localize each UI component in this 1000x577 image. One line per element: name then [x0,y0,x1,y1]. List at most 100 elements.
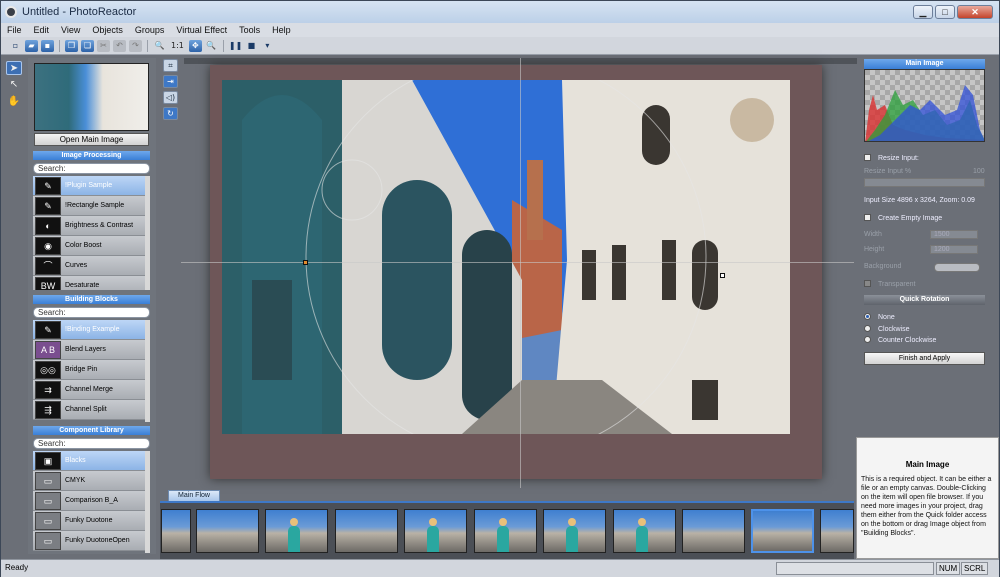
save-icon[interactable]: ▪ [41,39,54,52]
thumbnail[interactable] [335,509,398,553]
thumbnail[interactable] [682,509,745,553]
list-item[interactable]: ▣ Blacks [33,451,150,471]
menu-edit[interactable]: Edit [28,25,56,35]
num-indicator: NUM [936,562,961,575]
zoom-in-icon[interactable]: 🔍 [153,40,166,52]
thumbnail[interactable] [161,509,191,553]
thumbnail[interactable] [404,509,467,553]
list-item[interactable]: ◐ Brightness & Contrast [33,216,150,236]
list-item[interactable]: ▭ Funky Duotone [33,511,150,531]
image-processing-list: ✎ !Plugin Sample ✎ !Rectangle Sample ◐ Brig… [33,176,150,290]
minimize-button[interactable]: ▁ [913,5,933,19]
image-processing-search[interactable]: Search: [33,163,150,174]
zoom-1-1-button[interactable]: 1:1 [169,40,186,52]
rotation-ccw-radio[interactable]: Counter Clockwise [864,336,936,344]
close-button[interactable]: ✕ [957,5,993,19]
hand-tool-icon[interactable]: ✋ [6,95,22,109]
canvas-area[interactable]: ⌗ ⇥ ◁) ↻ [160,58,857,488]
rotate-handle[interactable] [720,273,725,278]
blend-icon: A B [35,340,61,359]
component-icon: ▭ [35,511,61,530]
canvas-image-frame[interactable] [210,65,822,479]
list-item[interactable]: ▭ Funky DuotoneOpen [33,531,150,551]
thumbnail-selected[interactable] [751,509,814,553]
menu-tools[interactable]: Tools [233,25,266,35]
list-item[interactable]: ✎ !Binding Example [33,320,150,340]
sound-tool-icon[interactable]: ◁) [163,91,178,104]
redo-icon[interactable]: ↷ [129,39,142,52]
list-item[interactable]: ⌒ Curves [33,256,150,276]
height-field[interactable]: 1200 [930,245,978,254]
zoom-out-icon[interactable]: 🔍 [205,40,218,52]
rotation-clockwise-radio[interactable]: Clockwise [864,325,910,333]
list-item[interactable]: BW Desaturate [33,276,150,290]
cube-icon: ▣ [35,451,61,470]
pointer-tool-icon[interactable]: ↖ [6,78,22,92]
stop-icon[interactable]: ■ [245,40,258,52]
width-field[interactable]: 1500 [930,230,978,239]
create-empty-checkbox[interactable]: Create Empty Image [864,214,942,222]
cut-icon[interactable]: ✂ [97,39,110,52]
background-label: Background [864,263,902,270]
toolbar-overflow-icon[interactable]: ▾ [261,40,274,52]
thumbnail[interactable] [820,509,854,553]
new-icon[interactable]: ▫ [9,40,22,52]
thumbnail[interactable] [474,509,537,553]
component-library-header[interactable]: Component Library [33,426,150,435]
list-item[interactable]: ◉ Color Boost [33,236,150,256]
app-window: Untitled - PhotoReactor ▁ □ ✕ File Edit … [0,0,1000,577]
list-item[interactable]: ⇶ Channel Split [33,400,150,420]
crop-tool-icon[interactable]: ⌗ [163,59,178,72]
list-item[interactable]: ▭ Comparison B_A [33,491,150,511]
menu-virtual-effect[interactable]: Virtual Effect [170,25,233,35]
list-item[interactable]: ⇉ Channel Merge [33,380,150,400]
scrollbar[interactable] [145,176,150,290]
thumbnail[interactable] [613,509,676,553]
maximize-button[interactable]: □ [935,5,955,19]
image-processing-header[interactable]: Image Processing [33,151,150,160]
status-text: Ready [5,563,29,572]
undo-icon[interactable]: ↶ [113,39,126,52]
menu-groups[interactable]: Groups [129,25,171,35]
pause-icon[interactable]: ❚❚ [229,40,242,52]
list-item[interactable]: ▭ CMYK [33,471,150,491]
paste-icon[interactable]: ❏ [81,39,94,52]
align-tool-icon[interactable]: ⇥ [163,75,178,88]
thumbnail[interactable] [265,509,328,553]
copy-icon[interactable]: ❐ [65,39,78,52]
bridge-pin-icon: ◎◎ [35,360,61,379]
rotate-tool-icon[interactable]: ↻ [163,107,178,120]
horizontal-guide[interactable] [181,262,854,263]
list-item[interactable]: ◎◎ Bridge Pin [33,360,150,380]
thumbnail[interactable] [543,509,606,553]
thumbnail[interactable] [196,509,259,553]
menu-view[interactable]: View [55,25,86,35]
fit-icon[interactable]: ✥ [188,39,202,52]
background-color-swatch[interactable] [934,263,980,272]
pivot-handle[interactable] [303,260,308,265]
list-item[interactable]: ✎ !Rectangle Sample [33,196,150,216]
finish-and-apply-button[interactable]: Finish and Apply [864,352,985,365]
transparent-checkbox[interactable]: Transparent [864,280,915,288]
list-item[interactable]: A B Blend Layers [33,340,150,360]
resize-input-checkbox[interactable]: Resize Input: [864,154,919,162]
scrollbar[interactable] [145,320,150,422]
list-item[interactable]: ✎ !Plugin Sample [33,176,150,196]
menu-file[interactable]: File [1,25,28,35]
menu-help[interactable]: Help [266,25,297,35]
color-boost-icon: ◉ [35,236,61,255]
open-main-image-button[interactable]: Open Main Image [34,133,149,146]
rotation-none-radio[interactable]: None [864,313,895,321]
open-icon[interactable]: ▰ [25,39,38,52]
component-library-search[interactable]: Search: [33,438,150,449]
select-tool-icon[interactable]: ➤ [6,61,22,75]
building-blocks-header[interactable]: Building Blocks [33,295,150,304]
menu-objects[interactable]: Objects [86,25,129,35]
main-image-thumbnail[interactable] [34,63,149,131]
building-blocks-search[interactable]: Search: [33,307,150,318]
vertical-guide[interactable] [520,58,521,488]
scrollbar[interactable] [145,451,150,553]
resize-input-slider[interactable] [864,178,985,187]
canvas-image[interactable] [222,80,790,434]
contrast-icon: ◐ [35,216,61,235]
